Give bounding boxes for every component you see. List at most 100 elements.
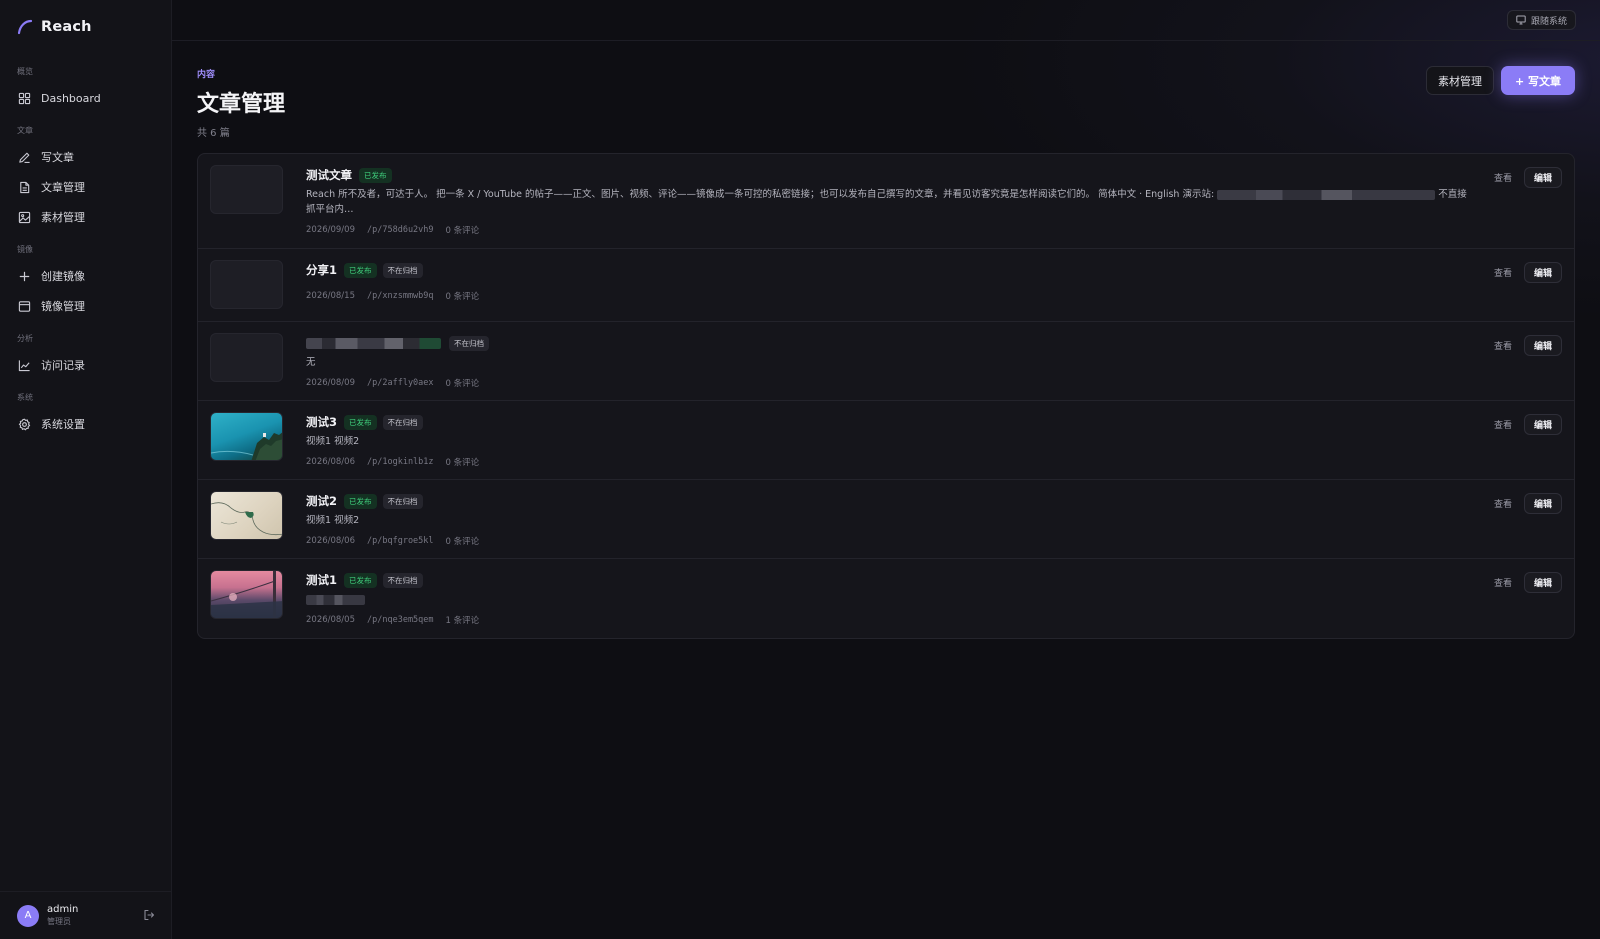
section-label-analytics: 分析 <box>17 334 33 343</box>
table-row[interactable]: 测试2 已发布 不在归档 视频1 视频2 2026/08/06 /p/bqfgr… <box>198 480 1574 559</box>
breadcrumb: 内容 <box>197 70 216 80</box>
status-badge-not-archived: 不在归档 <box>382 572 423 588</box>
line-chart-icon <box>18 359 30 371</box>
section-label-system: 系统 <box>17 393 33 402</box>
materials-button[interactable]: 素材管理 <box>1425 66 1494 95</box>
grid-icon <box>18 92 31 104</box>
sidebar-item-settings[interactable]: 系统设置 <box>10 409 161 439</box>
coast-image-icon <box>211 432 282 460</box>
pen-icon <box>19 152 30 163</box>
main-content: 跟随系统 内容 文章管理 共 6 篇 素材管理 + 写文章 测试文章 已发布 R… <box>172 0 1600 939</box>
row-content: 测试文章 已发布 Reach 所不及者，可达于人。 把一条 X / YouTub… <box>306 165 1474 237</box>
sidebar-item-materials[interactable]: 素材管理 <box>10 202 161 232</box>
comment-count: 0 条评论 <box>445 458 480 468</box>
page-header: 内容 文章管理 共 6 篇 素材管理 + 写文章 <box>172 41 1600 153</box>
edit-button[interactable]: 编辑 <box>1523 167 1562 188</box>
excerpt-text: Reach 所不及者，可达于人。 把一条 X / YouTube 的帖子——正文… <box>306 189 1215 200</box>
comment-count: 0 条评论 <box>445 226 480 236</box>
article-meta: 2026/08/05 /p/nqe3em5qem 1 条评论 <box>306 613 1474 627</box>
article-title[interactable]: 测试文章 <box>306 167 352 183</box>
article-date: 2026/09/09 <box>306 225 355 235</box>
redacted-link <box>1217 189 1436 200</box>
window-icon <box>18 300 31 312</box>
app-root: Reach 概览 Dashboard 文章 写文章 文章管理 素材管理 镜像 创… <box>0 0 1600 939</box>
plus-icon <box>19 271 30 281</box>
article-meta: 2026/08/06 /p/1ogkinlb1z 0 条评论 <box>306 455 1474 469</box>
status-badge-published: 已发布 <box>344 414 377 430</box>
row-actions: 查看 编辑 <box>1490 167 1562 188</box>
table-row[interactable]: 测试3 已发布 不在归档 视频1 视频2 2026/08/06 /p/1ogki… <box>198 401 1574 480</box>
view-button[interactable]: 查看 <box>1490 576 1516 589</box>
sidebar-item-write[interactable]: 写文章 <box>10 142 161 172</box>
page-title: 文章管理 <box>197 92 286 117</box>
edit-button[interactable]: 编辑 <box>1523 335 1562 356</box>
nav-section-articles: 文章 写文章 文章管理 素材管理 <box>0 113 171 232</box>
table-row[interactable]: 分享1 已发布 不在归档 2026/08/15 /p/xnzsmmwb9q 0 … <box>198 249 1574 322</box>
table-row[interactable]: 测试1 已发布 不在归档 2026/08/05 /p/nqe3em5qem 1 … <box>198 559 1574 638</box>
sidebar-item-label: 系统设置 <box>41 418 85 431</box>
title-line: 测试1 已发布 不在归档 <box>306 570 1474 590</box>
status-badge-not-archived: 不在归档 <box>382 414 423 430</box>
article-date: 2026/08/09 <box>306 378 355 388</box>
view-button[interactable]: 查看 <box>1490 266 1516 279</box>
article-path: /p/2affly0aex <box>367 378 434 388</box>
sidebar-item-dashboard[interactable]: Dashboard <box>10 83 161 113</box>
sidebar-item-articles[interactable]: 文章管理 <box>10 172 161 202</box>
sidebar-item-label: 镜像管理 <box>41 300 85 313</box>
article-path: /p/nqe3em5qem <box>367 615 434 625</box>
row-content: 不在归档 无 2026/08/09 /p/2affly0aex 0 条评论 <box>306 333 1474 390</box>
article-title[interactable]: 测试3 <box>306 414 337 430</box>
write-article-button[interactable]: + 写文章 <box>1500 66 1575 95</box>
article-title[interactable]: 分享1 <box>306 262 337 278</box>
user-name: admin <box>47 904 79 915</box>
brand-name: Reach <box>41 19 92 35</box>
gear-icon <box>18 418 31 430</box>
title-line: 测试2 已发布 不在归档 <box>306 491 1474 511</box>
brand[interactable]: Reach <box>0 0 171 54</box>
sidebar-item-mirror-management[interactable]: 镜像管理 <box>10 291 161 321</box>
row-content: 测试2 已发布 不在归档 视频1 视频2 2026/08/06 /p/bqfgr… <box>306 491 1474 548</box>
avatar[interactable]: A <box>17 904 39 927</box>
article-meta: 2026/09/09 /p/758d6u2vh9 0 条评论 <box>306 223 1474 237</box>
article-date: 2026/08/15 <box>306 291 355 301</box>
article-date: 2026/08/06 <box>306 536 355 546</box>
user-meta: admin 管理员 <box>47 904 78 927</box>
edit-button[interactable]: 编辑 <box>1523 262 1562 283</box>
table-row[interactable]: 测试文章 已发布 Reach 所不及者，可达于人。 把一条 X / YouTub… <box>198 154 1574 249</box>
view-button[interactable]: 查看 <box>1490 418 1516 431</box>
section-label-mirror: 镜像 <box>17 245 33 254</box>
theme-toggle-button[interactable]: 跟随系统 <box>1506 10 1576 30</box>
view-button[interactable]: 查看 <box>1490 339 1516 352</box>
article-meta: 2026/08/15 /p/xnzsmmwb9q 0 条评论 <box>306 289 1474 303</box>
redacted-title[interactable] <box>306 337 441 349</box>
row-actions: 查看 编辑 <box>1490 414 1562 435</box>
article-date: 2026/08/06 <box>306 457 355 467</box>
sidebar-item-label: 访问记录 <box>41 359 85 372</box>
sidebar-item-label: 写文章 <box>41 151 74 164</box>
sidebar: Reach 概览 Dashboard 文章 写文章 文章管理 素材管理 镜像 创… <box>0 0 172 939</box>
edit-button[interactable]: 编辑 <box>1523 572 1562 593</box>
article-title[interactable]: 测试2 <box>306 493 337 509</box>
theme-toggle-label: 跟随系统 <box>1530 16 1567 27</box>
article-meta: 2026/08/09 /p/2affly0aex 0 条评论 <box>306 376 1474 390</box>
status-badge-published: 已发布 <box>344 262 377 278</box>
article-meta: 2026/08/06 /p/bqfgroe5kl 0 条评论 <box>306 534 1474 548</box>
sidebar-item-visit-log[interactable]: 访问记录 <box>10 350 161 380</box>
row-actions: 查看 编辑 <box>1490 572 1562 593</box>
table-row[interactable]: 不在归档 无 2026/08/09 /p/2affly0aex 0 条评论 查看… <box>198 322 1574 401</box>
article-path: /p/bqfgroe5kl <box>367 536 434 546</box>
header-actions: 素材管理 + 写文章 <box>1425 66 1575 95</box>
title-line: 不在归档 <box>306 333 1474 353</box>
comment-count: 0 条评论 <box>445 537 480 547</box>
view-button[interactable]: 查看 <box>1490 497 1516 510</box>
edit-button[interactable]: 编辑 <box>1523 414 1562 435</box>
view-button[interactable]: 查看 <box>1490 171 1516 184</box>
article-date: 2026/08/05 <box>306 615 355 625</box>
sidebar-item-create-mirror[interactable]: 创建镜像 <box>10 261 161 291</box>
status-badge-not-archived: 不在归档 <box>382 493 423 509</box>
edit-button[interactable]: 编辑 <box>1523 493 1562 514</box>
article-thumbnail-bridge <box>210 570 283 619</box>
logout-icon[interactable] <box>143 909 155 921</box>
article-title[interactable]: 测试1 <box>306 572 337 588</box>
article-excerpt: Reach 所不及者，可达于人。 把一条 X / YouTube 的帖子——正文… <box>306 187 1474 217</box>
